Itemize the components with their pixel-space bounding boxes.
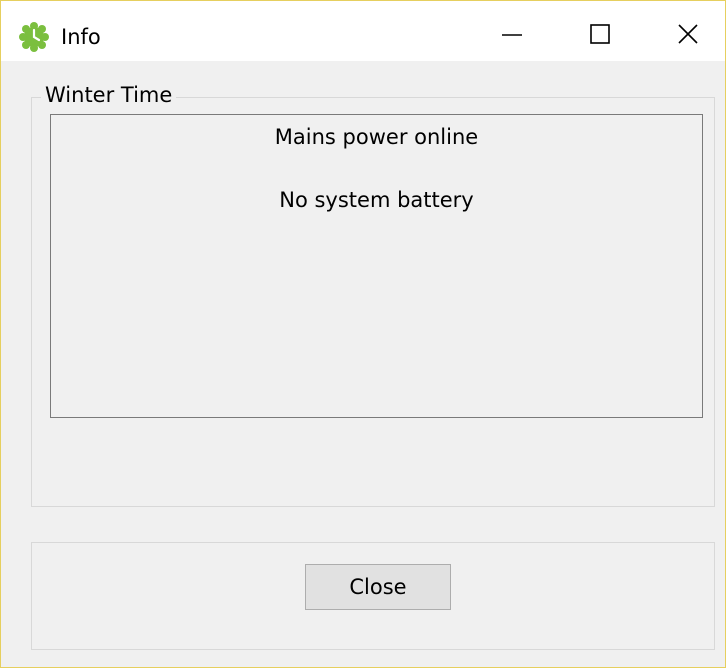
minimize-button[interactable]: [487, 9, 537, 59]
close-icon: [678, 24, 698, 44]
power-info-panel: Mains power online No system battery: [50, 114, 703, 418]
maximize-icon: [590, 24, 610, 44]
battery-status-text: No system battery: [279, 188, 474, 212]
minimize-icon: [502, 34, 522, 36]
title-bar[interactable]: Info: [1, 1, 725, 61]
clock-icon: [19, 22, 49, 52]
close-window-button[interactable]: [663, 9, 713, 59]
info-window: Info Winter Time Mains power online No s…: [0, 0, 726, 668]
window-title: Info: [61, 25, 101, 49]
maximize-button[interactable]: [575, 9, 625, 59]
power-status-text: Mains power online: [274, 125, 479, 149]
groupbox-label: Winter Time: [41, 81, 177, 109]
close-button[interactable]: Close: [305, 564, 451, 610]
